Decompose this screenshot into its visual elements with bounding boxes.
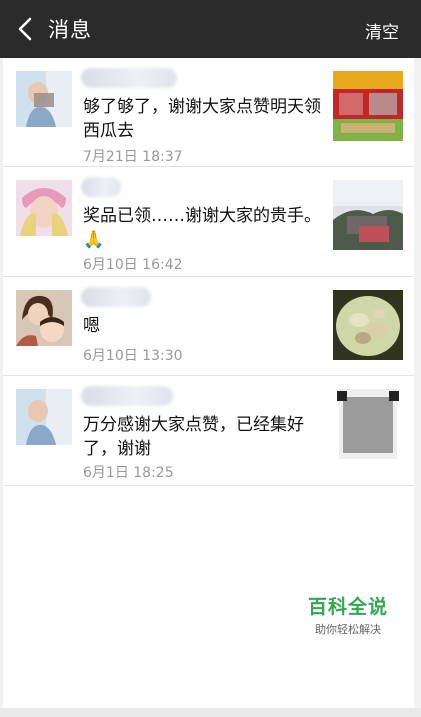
watermark-title: 百科全说 (307, 596, 388, 618)
message-thumbnail[interactable] (333, 180, 403, 250)
bottom-strip (0, 708, 421, 717)
message-time: 6月1日 18:25 (83, 465, 174, 481)
message-item[interactable]: 嗯 6月10日 13:30 (3, 277, 414, 376)
message-text: 奖品已领……谢谢大家的贵手。🙏 (83, 206, 321, 250)
watermark-subtitle: 助你轻松解决 (315, 623, 381, 636)
messages-screen: 消息 清空 够了够了，谢谢大家点赞明天领西瓜去 7月21日 18:37 奖品已领… (0, 0, 421, 717)
clear-button[interactable]: 清空 (365, 18, 399, 43)
message-thumbnail[interactable] (333, 389, 403, 459)
message-thumbnail[interactable] (333, 71, 403, 141)
message-time: 7月21日 18:37 (83, 149, 183, 165)
sender-name-blurred (81, 68, 177, 88)
message-time: 6月10日 13:30 (83, 348, 183, 364)
message-item[interactable]: 够了够了，谢谢大家点赞明天领西瓜去 7月21日 18:37 (3, 58, 414, 167)
back-arrow-icon[interactable] (14, 16, 38, 42)
sender-name-blurred (81, 287, 151, 307)
watermark: 百科全说 助你轻松解决 (300, 592, 396, 637)
message-item[interactable]: 万分感谢大家点赞，已经集好了，谢谢 6月1日 18:25 (3, 376, 414, 486)
message-item[interactable]: 奖品已领……谢谢大家的贵手。🙏 6月10日 16:42 (3, 167, 414, 277)
sender-name-blurred (81, 386, 173, 406)
avatar[interactable] (16, 290, 72, 346)
message-text: 嗯 (83, 316, 100, 336)
top-bar: 消息 清空 (0, 0, 421, 58)
message-thumbnail[interactable] (333, 290, 403, 360)
avatar[interactable] (16, 180, 72, 236)
message-time: 6月10日 16:42 (83, 257, 183, 273)
avatar[interactable] (16, 71, 72, 127)
sender-name-blurred (81, 177, 121, 197)
message-text: 够了够了，谢谢大家点赞明天领西瓜去 (83, 97, 321, 141)
avatar[interactable] (16, 389, 72, 445)
message-text: 万分感谢大家点赞，已经集好了，谢谢 (83, 415, 304, 459)
page-title: 消息 (48, 18, 92, 42)
